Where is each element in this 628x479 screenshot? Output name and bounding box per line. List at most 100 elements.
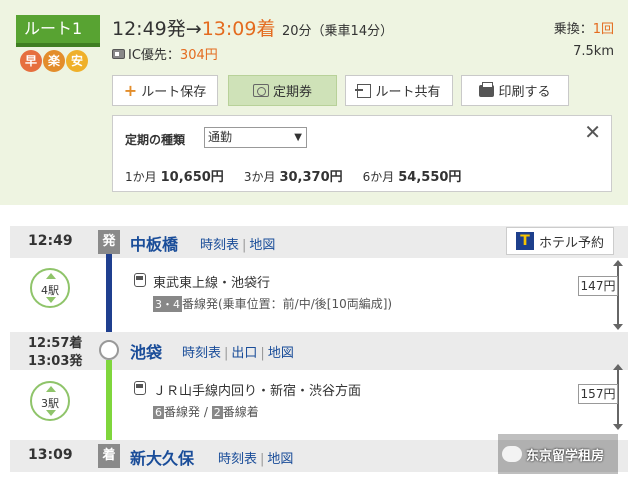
train-icon [134,381,146,395]
tobu-line-segment [106,254,112,340]
easiest-badge: 楽 [43,50,65,72]
distance: 7.5km [573,44,614,59]
arrive-tag: 着 [98,444,120,468]
share-route-label: ルート共有 [375,85,441,100]
arrow: → [185,18,202,40]
depart-time: 12:49発 [112,18,186,40]
exit-link[interactable]: 出口 [231,346,257,361]
pass-price-6m: 6か月 54,550円 [363,166,462,185]
map-link[interactable]: 地図 [249,238,275,253]
share-route-button[interactable]: ルート共有 [345,75,453,106]
link-separator: | [260,346,265,361]
wechat-icon [502,446,522,462]
station-links: 時刻表 | 地図 [218,448,293,467]
transfer-count: 1回 [592,22,614,37]
train-icon [134,273,146,287]
t-point-icon: T [515,232,534,250]
pass-type-value: 通勤 [208,130,233,144]
stops-count: 3駅 [41,397,59,410]
station-name[interactable]: 新大久保 [130,445,194,469]
section-divider [0,205,628,220]
save-route-button[interactable]: + ルート保存 [112,75,218,106]
station-name[interactable]: 中板橋 [130,231,178,255]
cheapest-badge: 安 [66,50,88,72]
hotel-reservation-button[interactable]: T ホテル予約 [506,227,614,255]
pass-type-select[interactable]: 通勤 ▼ [204,127,307,148]
plus-icon: + [123,80,138,100]
platform-text: 番線発(乗車位置：前/中/後[10両編成]) [182,297,393,311]
price-value: 30,370円 [279,170,343,185]
pass-price-3m: 3か月 30,370円 [244,166,343,185]
platform-number: 6 [153,406,164,419]
route-badges: 早 楽 安 [20,50,88,72]
arrival-time: 12:57着 [28,336,83,351]
fastest-badge: 早 [20,50,42,72]
fare-value: 304円 [179,48,218,63]
yamanote-line-segment [106,360,112,448]
pass-type-label: 定期の種類 [125,133,186,147]
transfer-label: 乗換： [553,22,593,37]
commuter-pass-button[interactable]: 定期券 [228,75,337,106]
station-time: 12:49 [28,233,73,249]
departure-time: 13:03発 [28,354,83,369]
close-icon[interactable]: ✕ [584,122,601,142]
link-separator: | [242,238,247,253]
timetable-link[interactable]: 時刻表 [182,346,221,361]
link-separator: | [224,346,229,361]
commuter-pass-panel: 定期の種類 通勤 ▼ ✕ 1か月 10,650円 3か月 30,370円 6か月 54… [112,115,612,192]
segment-fare: 147円 [578,276,618,296]
stops-count-toggle[interactable]: 4駅 [30,268,70,308]
period-label: 6か月 [362,170,395,184]
map-link[interactable]: 地図 [267,452,293,467]
platform-info: 6 番線発 / 2 番線着 [153,403,259,420]
timetable-link[interactable]: 時刻表 [200,238,239,253]
pass-price-1m: 1か月 10,650円 [125,166,224,185]
stops-count: 4駅 [41,284,59,297]
station-links: 時刻表 | 出口 | 地図 [182,342,294,361]
fare-label: IC優先： [128,48,180,63]
watermark-text: 东京留学租房 [526,448,605,464]
price-value: 10,650円 [160,170,224,185]
station-time: 13:09 [28,447,73,463]
price-value: 54,550円 [398,170,462,185]
line-name: 東武東上線・池袋行 [153,276,271,291]
platform-number: 3・4 [153,296,182,312]
route-label-shadow [16,43,100,47]
printer-icon [479,81,495,97]
period-label: 3か月 [243,170,276,184]
hotel-label: ホテル予約 [538,235,604,251]
commuter-pass-label: 定期券 [272,85,312,100]
route-label: ルート1 [16,15,100,47]
transfer-info: 乗換：1回 [554,18,614,37]
platform-number: 2 [211,406,223,419]
fare-info: IC優先： 304円 [112,44,218,63]
segment-fare: 157円 [578,384,618,404]
chevron-down-icon [46,297,56,303]
pass-icon [252,84,269,97]
arrive-time: 13:09着 [201,18,276,40]
chevron-up-icon [46,386,56,392]
watermark: 东京留学租房 [498,434,618,474]
station-name[interactable]: 池袋 [130,339,162,363]
platform-text: 番線着 [222,405,259,419]
platform-text: 番線発 / [164,405,208,419]
station-links: 時刻表 | 地図 [200,234,275,253]
print-label: 印刷する [498,85,551,100]
stops-count-toggle[interactable]: 3駅 [30,381,70,421]
route-times: 12:49発→13:09着 [112,14,275,41]
line-name: ＪＲ山手線内回り・新宿・渋谷方面 [153,384,362,399]
chevron-up-icon [46,273,56,279]
transfer-node [99,340,119,360]
duration: 20分（乗車14分） [282,24,394,39]
map-link[interactable]: 地図 [268,346,294,361]
caret-down-icon: ▼ [294,132,302,143]
period-label: 1か月 [125,170,157,184]
route-summary: ルート1 早 楽 安 12:49発→13:09着 20分（乗車14分） 乗換：1… [0,0,628,205]
share-icon [355,83,372,98]
pass-prices: 1か月 10,650円 3か月 30,370円 6か月 54,550円 [125,166,461,185]
link-separator: | [260,452,265,467]
print-button[interactable]: 印刷する [461,75,569,106]
timetable-link[interactable]: 時刻表 [218,452,257,467]
ic-card-icon [112,48,125,59]
route-label-text: ルート1 [24,19,83,38]
